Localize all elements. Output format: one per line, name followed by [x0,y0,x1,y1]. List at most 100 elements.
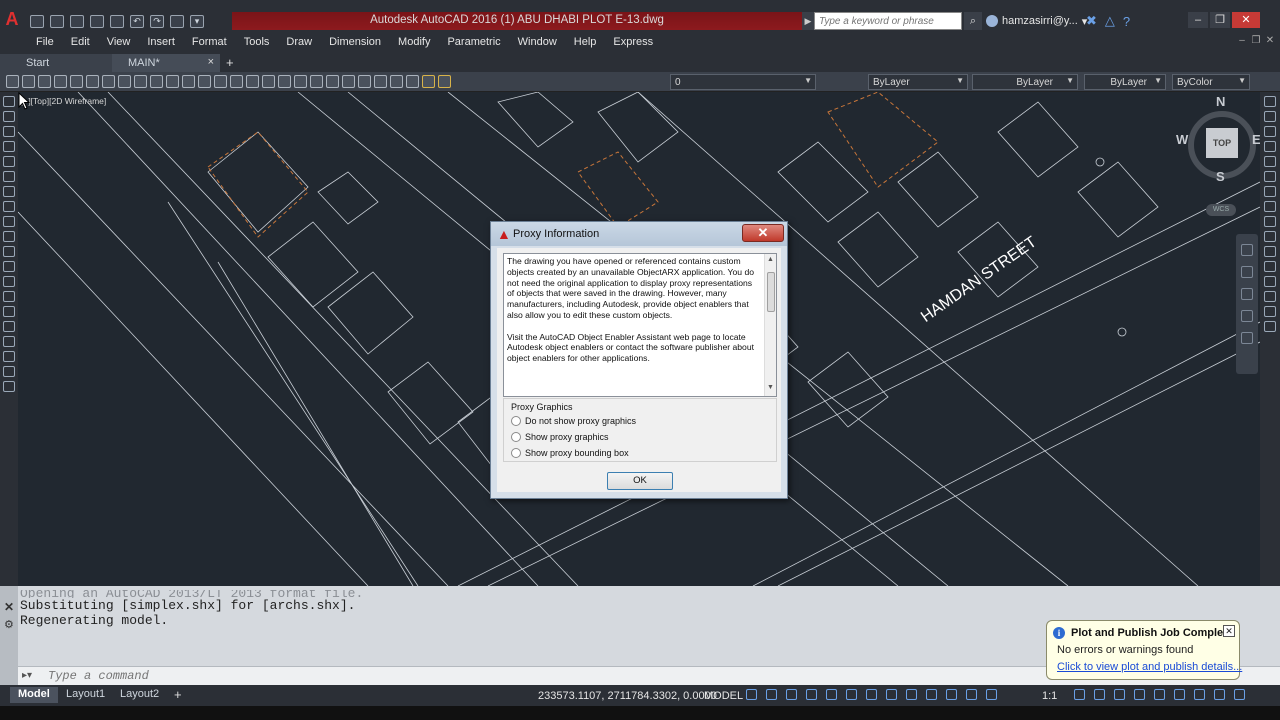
connect-icon[interactable]: △ [1105,13,1115,29]
3d-print-icon[interactable] [102,75,115,88]
revision-cloud-icon[interactable] [3,201,15,212]
scale-icon[interactable] [1264,201,1276,212]
help-toolbar-icon[interactable] [390,75,403,88]
save-toolbar-icon[interactable] [38,75,51,88]
plotstyle-dropdown[interactable]: ByColor ▼ [1172,74,1250,90]
isolate-objects-icon[interactable] [1194,689,1205,700]
design-center-icon[interactable] [310,75,323,88]
compass-south[interactable]: S [1216,169,1225,184]
polyline-icon[interactable] [3,126,15,137]
insert-block-icon[interactable] [3,261,15,272]
tab-layout2[interactable]: Layout2 [112,687,167,703]
markup-set-icon[interactable] [358,75,371,88]
drawing-minimize-icon[interactable]: – [1236,34,1248,48]
zoom-window-icon[interactable] [262,75,275,88]
sheet-set-icon[interactable] [342,75,355,88]
construction-line-icon[interactable] [3,111,15,122]
minimize-button[interactable]: – [1188,12,1208,28]
title-expand-arrow-icon[interactable]: ▶ [802,12,814,30]
wcs-menu[interactable]: WCS [1206,204,1236,216]
redo-toolbar-icon[interactable] [214,75,227,88]
mirror-icon[interactable] [1264,126,1276,137]
proxy-info-text-box[interactable]: The drawing you have opened or reference… [503,253,777,397]
radio-do-not-show[interactable]: Do not show proxy graphics [511,415,636,427]
copy-icon[interactable] [134,75,147,88]
workspace-icon[interactable] [170,14,184,28]
tab-main[interactable]: MAIN* × [112,54,220,72]
qnew-icon[interactable] [6,75,19,88]
join-icon[interactable] [1264,276,1276,287]
tab-start[interactable]: Start [0,54,112,72]
ok-button[interactable]: OK [607,472,673,490]
compass-west[interactable]: W [1176,132,1188,147]
radio-button[interactable] [511,448,521,458]
polygon-icon[interactable] [3,141,15,152]
menu-tools[interactable]: Tools [236,36,279,48]
infer-constraints-icon[interactable] [786,689,797,700]
viewcube[interactable]: N S E W TOP WCS [1162,92,1260,222]
transparency-icon[interactable] [926,689,937,700]
showmotion-icon[interactable] [1241,332,1253,344]
radio-show-proxy-graphics[interactable]: Show proxy graphics [511,431,609,443]
binoculars-search-icon[interactable]: ⌕ [964,12,982,30]
coordinate-readout[interactable]: 233573.1107, 2711784.3302, 0.0000 [538,690,717,702]
radio-show-bounding-box[interactable]: Show proxy bounding box [511,447,629,459]
arc-icon[interactable] [3,171,15,182]
command-customize-wrench-icon[interactable]: ⚙ [4,618,14,631]
copy-object-icon[interactable] [1264,111,1276,122]
auto-scale-icon[interactable] [986,689,997,700]
text-scrollbar[interactable]: ▲ ▼ [764,254,776,396]
circle-icon[interactable] [3,186,15,197]
object-snap-icon[interactable] [886,689,897,700]
polar-tracking-icon[interactable] [826,689,837,700]
region-icon[interactable] [3,336,15,347]
object-snap-tracking-icon[interactable] [866,689,877,700]
spline-icon[interactable] [3,216,15,227]
dialog-title-bar[interactable]: ▲ Proxy Information ✕ [491,222,787,246]
properties-icon[interactable] [294,75,307,88]
erase-icon[interactable] [1264,96,1276,107]
compass-north[interactable]: N [1216,94,1225,109]
undo-toolbar-icon[interactable] [198,75,211,88]
new-file-icon[interactable] [30,14,44,28]
autocad-logo-icon[interactable]: A [0,8,24,30]
scroll-up-arrow-icon[interactable]: ▲ [767,256,774,263]
clean-screen-icon[interactable] [1214,689,1225,700]
block-editor-icon[interactable] [182,75,195,88]
line-tool-icon[interactable] [3,96,15,107]
steering-wheel-icon[interactable] [1241,244,1253,256]
grid-icon[interactable] [746,689,757,700]
extend-icon[interactable] [1264,246,1276,257]
fillet-icon[interactable] [1264,306,1276,317]
save-as-icon[interactable] [90,14,104,28]
plot-details-link[interactable]: Click to view plot and publish details..… [1057,661,1242,673]
linetype-dropdown[interactable]: ByLayer ▼ [972,74,1078,90]
layer-properties-icon[interactable] [406,75,419,88]
menu-dimension[interactable]: Dimension [321,36,390,48]
tab-layout1[interactable]: Layout1 [58,687,113,703]
new-tab-plus-icon[interactable]: + [226,55,234,70]
zoom-realtime-icon[interactable] [246,75,259,88]
tool-palettes-icon[interactable] [326,75,339,88]
layer-dropdown[interactable]: 0 ▼ [670,74,816,90]
menu-express[interactable]: Express [605,36,662,48]
menu-view[interactable]: View [99,36,140,48]
cut-icon[interactable] [118,75,131,88]
close-window-button[interactable]: ✕ [1232,12,1260,28]
isodraft-icon[interactable] [846,689,857,700]
redo-icon[interactable]: ↷ [150,14,164,28]
pan-icon[interactable] [230,75,243,88]
customization-icon[interactable] [1234,689,1245,700]
menu-draw[interactable]: Draw [278,36,321,48]
open-file-icon[interactable] [50,14,64,28]
radio-button[interactable] [511,416,521,426]
color-dropdown[interactable]: ByLayer ▼ [868,74,968,90]
annotation-visibility-icon[interactable] [966,689,977,700]
lineweight-dropdown[interactable]: ByLayer ▼ [1084,74,1166,90]
user-account[interactable]: hamzasirri@y... ▾ [986,12,1087,30]
units-icon[interactable] [1114,689,1125,700]
menu-edit[interactable]: Edit [63,36,99,48]
save-icon[interactable] [70,14,84,28]
rectangle-icon[interactable] [3,156,15,167]
menu-window[interactable]: Window [510,36,566,48]
